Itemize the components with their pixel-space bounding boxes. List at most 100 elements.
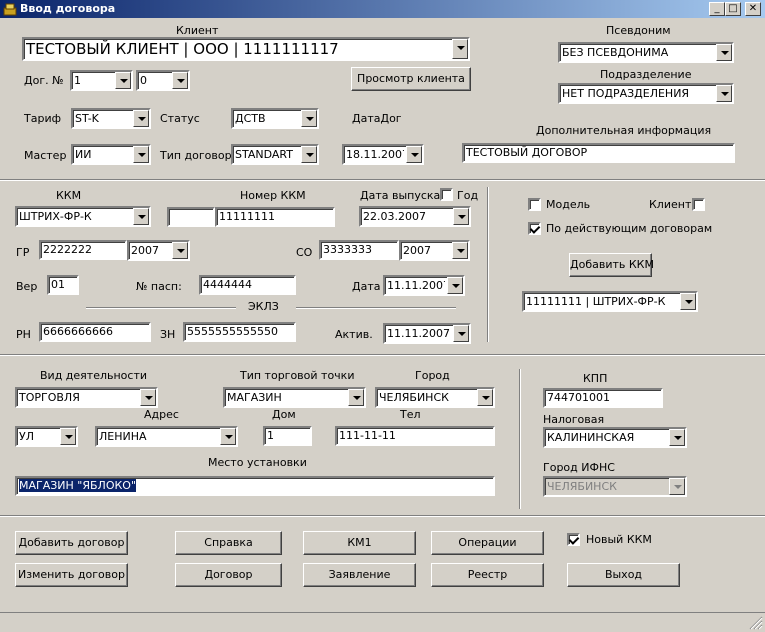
- point-type-label: Тип торговой точки: [240, 369, 355, 382]
- gr-year-combo[interactable]: 2007: [127, 240, 190, 261]
- chevron-down-icon[interactable]: [301, 110, 317, 127]
- city-combo[interactable]: ЧЕЛЯБИНСК: [375, 387, 495, 408]
- vertical-separator: [519, 369, 521, 509]
- tariff-label: Тариф: [24, 112, 61, 125]
- chevron-down-icon[interactable]: [172, 242, 188, 259]
- add-kkm-button[interactable]: Добавить ККМ: [569, 253, 654, 277]
- filter-client-checkbox[interactable]: [692, 198, 705, 211]
- new-kkm-label: Новый ККМ: [586, 533, 652, 546]
- help-button[interactable]: Справка: [175, 531, 282, 555]
- registry-button[interactable]: Реестр: [431, 563, 544, 587]
- contract-type-combo[interactable]: STANDART: [231, 144, 319, 165]
- view-client-button[interactable]: Просмотр клиента: [351, 67, 471, 91]
- title-bar: Ввод договора _ □ ✕: [0, 0, 765, 18]
- activation-label: Актив.: [335, 328, 373, 341]
- activity-combo[interactable]: ТОРГОВЛЯ: [15, 387, 158, 408]
- chevron-down-icon[interactable]: [477, 389, 493, 406]
- chevron-down-icon[interactable]: [115, 72, 131, 89]
- street-type-combo[interactable]: УЛ: [15, 426, 78, 447]
- chevron-down-icon[interactable]: [133, 208, 149, 225]
- alias-label: Псевдоним: [606, 24, 671, 37]
- master-combo[interactable]: ИИ: [71, 144, 151, 165]
- year-checkbox[interactable]: [440, 188, 453, 201]
- release-date-picker[interactable]: 22.03.2007: [359, 206, 471, 227]
- contract-type-label: Тип договора: [160, 149, 239, 162]
- chevron-down-icon[interactable]: [301, 146, 317, 163]
- zn-input[interactable]: 5555555555550: [183, 322, 296, 342]
- tariff-combo[interactable]: ST-K: [71, 108, 151, 129]
- chevron-down-icon[interactable]: [133, 146, 149, 163]
- gr-label: ГР: [16, 246, 30, 259]
- chevron-down-icon[interactable]: [140, 389, 156, 406]
- status-bar: [0, 612, 765, 632]
- chevron-down-icon[interactable]: [680, 293, 696, 310]
- maximize-button[interactable]: □: [725, 2, 741, 16]
- chevron-down-icon[interactable]: [669, 429, 685, 446]
- chevron-down-icon[interactable]: [133, 110, 149, 127]
- phone-input[interactable]: 111-11-11: [335, 426, 495, 446]
- status-combo[interactable]: ДСТВ: [231, 108, 319, 129]
- app-icon: [3, 3, 17, 16]
- chevron-down-icon[interactable]: [172, 72, 188, 89]
- close-button[interactable]: ✕: [745, 2, 761, 16]
- separator: [0, 179, 765, 181]
- edit-contract-button[interactable]: Изменить договор: [15, 563, 128, 587]
- division-combo[interactable]: НЕТ ПОДРАЗДЕЛЕНИЯ: [558, 83, 734, 104]
- contract-subnumber-combo[interactable]: 0: [136, 70, 190, 91]
- version-label: Вер: [16, 280, 38, 293]
- chevron-down-icon[interactable]: [716, 44, 732, 61]
- model-checkbox[interactable]: [528, 198, 541, 211]
- kkm-number-input[interactable]: 11111111: [215, 207, 335, 227]
- passport-label: № пасп:: [136, 280, 182, 293]
- alias-combo[interactable]: БЕЗ ПСЕВДОНИМА: [558, 42, 734, 63]
- kkm-number-prefix-input[interactable]: [167, 207, 215, 227]
- kpp-input[interactable]: 744701001: [543, 388, 663, 408]
- install-place-input[interactable]: МАГАЗИН "ЯБЛОКО": [15, 476, 495, 496]
- co-year-combo[interactable]: 2007: [399, 240, 470, 261]
- gr-input[interactable]: 2222222: [39, 240, 127, 260]
- chevron-down-icon[interactable]: [447, 277, 463, 294]
- minimize-button[interactable]: _: [709, 2, 725, 16]
- rn-input[interactable]: 6666666666: [39, 322, 151, 342]
- chevron-down-icon[interactable]: [453, 325, 469, 342]
- chevron-down-icon[interactable]: [716, 85, 732, 102]
- exit-button[interactable]: Выход: [567, 563, 680, 587]
- extra-info-input[interactable]: ТЕСТОВЫЙ ДОГОВОР: [462, 143, 735, 163]
- client-combo[interactable]: ТЕСТОВЫЙ КЛИЕНТ | ООО | 1111111117: [22, 37, 470, 61]
- chevron-down-icon: [669, 478, 685, 495]
- city-label: Город: [415, 369, 450, 382]
- application-button[interactable]: Заявление: [303, 563, 416, 587]
- ifns-city-combo: ЧЕЛЯБИНСК: [543, 476, 687, 497]
- contract-button[interactable]: Договор: [175, 563, 282, 587]
- chevron-down-icon[interactable]: [220, 428, 236, 445]
- eklz-label: ЭКЛЗ: [248, 300, 279, 313]
- chevron-down-icon[interactable]: [406, 146, 422, 163]
- kkm-number-label: Номер ККМ: [240, 189, 306, 202]
- house-input[interactable]: 1: [263, 426, 312, 446]
- street-combo[interactable]: ЛЕНИНА: [95, 426, 238, 447]
- co-input[interactable]: 3333333: [319, 240, 399, 260]
- activation-date-picker[interactable]: 11.11.2007: [383, 323, 471, 344]
- contract-date-picker[interactable]: 18.11.2007: [342, 144, 424, 165]
- chevron-down-icon[interactable]: [348, 389, 364, 406]
- contract-number-combo[interactable]: 1: [70, 70, 133, 91]
- passport-input[interactable]: 4444444: [199, 275, 296, 295]
- chevron-down-icon[interactable]: [60, 428, 76, 445]
- tax-office-combo[interactable]: КАЛИНИНСКАЯ: [543, 427, 687, 448]
- version-input[interactable]: 01: [47, 275, 79, 295]
- chevron-down-icon[interactable]: [452, 39, 468, 59]
- active-contracts-checkbox[interactable]: [528, 222, 541, 235]
- kkm-list-combo[interactable]: 11111111 | ШТРИХ-ФР-К: [522, 291, 698, 312]
- chevron-down-icon[interactable]: [452, 242, 468, 259]
- new-kkm-checkbox[interactable]: [567, 533, 580, 546]
- chevron-down-icon[interactable]: [453, 208, 469, 225]
- operations-button[interactable]: Операции: [431, 531, 544, 555]
- km1-button[interactable]: КМ1: [303, 531, 416, 555]
- add-contract-button[interactable]: Добавить договор: [15, 531, 128, 555]
- install-place-label: Место установки: [208, 456, 307, 469]
- resize-grip-icon[interactable]: [749, 616, 763, 630]
- kkm-model-combo[interactable]: ШТРИХ-ФР-К: [15, 206, 151, 227]
- point-type-combo[interactable]: МАГАЗИН: [223, 387, 366, 408]
- kkm-date-picker[interactable]: 11.11.2007: [383, 275, 465, 296]
- eklz-line-right: [296, 307, 456, 309]
